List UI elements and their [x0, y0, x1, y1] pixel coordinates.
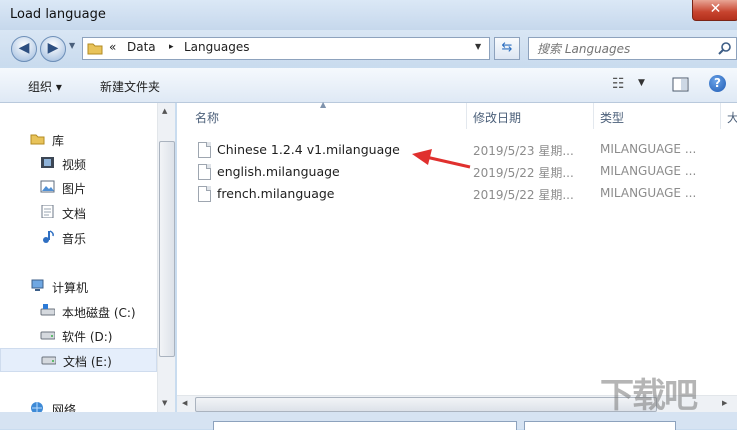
search-input[interactable]	[535, 39, 715, 58]
file-date: 2019/5/22 星期...	[473, 166, 574, 180]
sidebar-item-library[interactable]: 库	[0, 128, 156, 150]
column-header-date[interactable]: 修改日期	[467, 103, 594, 129]
column-header-name[interactable]: 名称 ▲	[187, 100, 467, 129]
sidebar-item-label: 音乐	[62, 232, 87, 246]
file-type: MILANGUAGE ...	[600, 164, 697, 178]
video-icon	[41, 157, 54, 168]
scrollbar-thumb[interactable]	[159, 141, 175, 357]
column-header-label: 类型	[600, 111, 625, 125]
file-name: Chinese 1.2.4 v1.milanguage	[217, 142, 400, 157]
view-dropdown-icon[interactable]: ▼	[638, 78, 645, 88]
scroll-left-icon[interactable]: ◀	[182, 399, 187, 407]
folder-icon	[87, 43, 103, 55]
refresh-button[interactable]: ⇆	[494, 37, 520, 60]
sidebar-item-label: 库	[52, 134, 65, 148]
library-folder-icon	[30, 134, 45, 145]
address-prefix[interactable]: «	[109, 40, 116, 54]
annotation-arrow-icon	[412, 149, 471, 169]
file-icon	[198, 142, 211, 158]
sidebar-item-pictures[interactable]: 图片	[0, 176, 156, 198]
file-date: 2019/5/22 星期...	[473, 188, 574, 202]
organize-button[interactable]: 组织 ▾	[28, 78, 62, 95]
search-icon[interactable]	[718, 41, 732, 55]
help-icon: ?	[714, 76, 721, 90]
title-bar	[0, 0, 737, 30]
breadcrumb-separator-icon[interactable]: ▸	[169, 42, 174, 52]
breadcrumb-data[interactable]: Data	[127, 40, 156, 54]
picture-icon	[40, 180, 55, 193]
file-date: 2019/5/23 星期...	[473, 144, 574, 158]
file-type: MILANGUAGE ...	[600, 186, 697, 200]
sidebar-item-drive-d[interactable]: 软件 (D:)	[0, 324, 156, 346]
help-button[interactable]: ?	[709, 75, 726, 92]
column-header-label: 修改日期	[473, 111, 522, 125]
sidebar-item-label: 文档	[62, 207, 87, 221]
drive-icon	[40, 331, 55, 340]
window-title: Load language	[10, 7, 106, 22]
file-icon	[198, 164, 211, 180]
sidebar-item-drive-e[interactable]: 文档 (E:)	[0, 348, 157, 372]
forward-arrow-icon: ▶	[47, 40, 59, 56]
preview-pane-icon[interactable]	[672, 77, 689, 92]
file-name: english.milanguage	[217, 164, 340, 179]
sidebar-item-video[interactable]: 视频	[0, 152, 156, 174]
new-folder-button[interactable]: 新建文件夹	[100, 78, 160, 95]
close-button[interactable]: ✕	[692, 0, 737, 21]
scrollbar-thumb[interactable]	[195, 397, 657, 412]
sidebar-item-label: 视频	[62, 158, 87, 172]
music-icon	[43, 230, 54, 243]
sidebar-item-label: 文档 (E:)	[63, 355, 112, 369]
back-button[interactable]: ◀	[11, 36, 37, 62]
computer-icon	[31, 279, 44, 291]
sort-ascending-icon: ▲	[320, 100, 327, 109]
file-type: MILANGUAGE ...	[600, 142, 697, 156]
sidebar-item-label: 图片	[62, 182, 87, 196]
sidebar-item-label: 本地磁盘 (C:)	[62, 306, 136, 320]
refresh-icon: ⇆	[501, 40, 513, 55]
sidebar-item-music[interactable]: 音乐	[0, 226, 156, 248]
navigation-scrollbar[interactable]: ▲ ▼	[157, 103, 175, 412]
watermark: 下载吧	[600, 376, 698, 416]
address-dropdown-icon[interactable]: ▼	[475, 42, 481, 51]
search-box[interactable]	[528, 37, 737, 60]
file-row[interactable]: french.milanguage 2019/5/22 星期... MILANG…	[190, 183, 737, 205]
file-name: french.milanguage	[217, 186, 335, 201]
scroll-down-icon[interactable]: ▼	[162, 399, 167, 407]
file-icon	[198, 186, 211, 202]
forward-button[interactable]: ▶	[40, 36, 66, 62]
drive-icon	[41, 356, 56, 365]
back-arrow-icon: ◀	[18, 40, 30, 56]
scroll-right-icon[interactable]: ▶	[722, 399, 727, 407]
sidebar-item-computer[interactable]: 计算机	[0, 275, 156, 297]
document-icon	[41, 205, 54, 218]
scroll-up-icon[interactable]: ▲	[162, 107, 167, 115]
recent-pages-dropdown-icon[interactable]: ▼	[69, 41, 75, 50]
column-header-label: 大	[727, 111, 737, 125]
sidebar-item-documents[interactable]: 文档	[0, 201, 156, 223]
view-options-icon[interactable]: ☷	[612, 76, 625, 92]
breadcrumb-languages[interactable]: Languages	[184, 40, 249, 54]
column-header-type[interactable]: 类型	[594, 103, 721, 129]
sidebar-item-label: 软件 (D:)	[62, 330, 113, 344]
column-header-label: 名称	[195, 111, 220, 125]
sidebar-item-label: 计算机	[52, 281, 89, 295]
sidebar-item-drive-c[interactable]: 本地磁盘 (C:)	[0, 300, 156, 322]
system-drive-icon	[40, 304, 55, 316]
column-header-size[interactable]: 大	[721, 103, 737, 129]
address-bar[interactable]: « Data ▸ Languages ▼	[82, 37, 490, 60]
